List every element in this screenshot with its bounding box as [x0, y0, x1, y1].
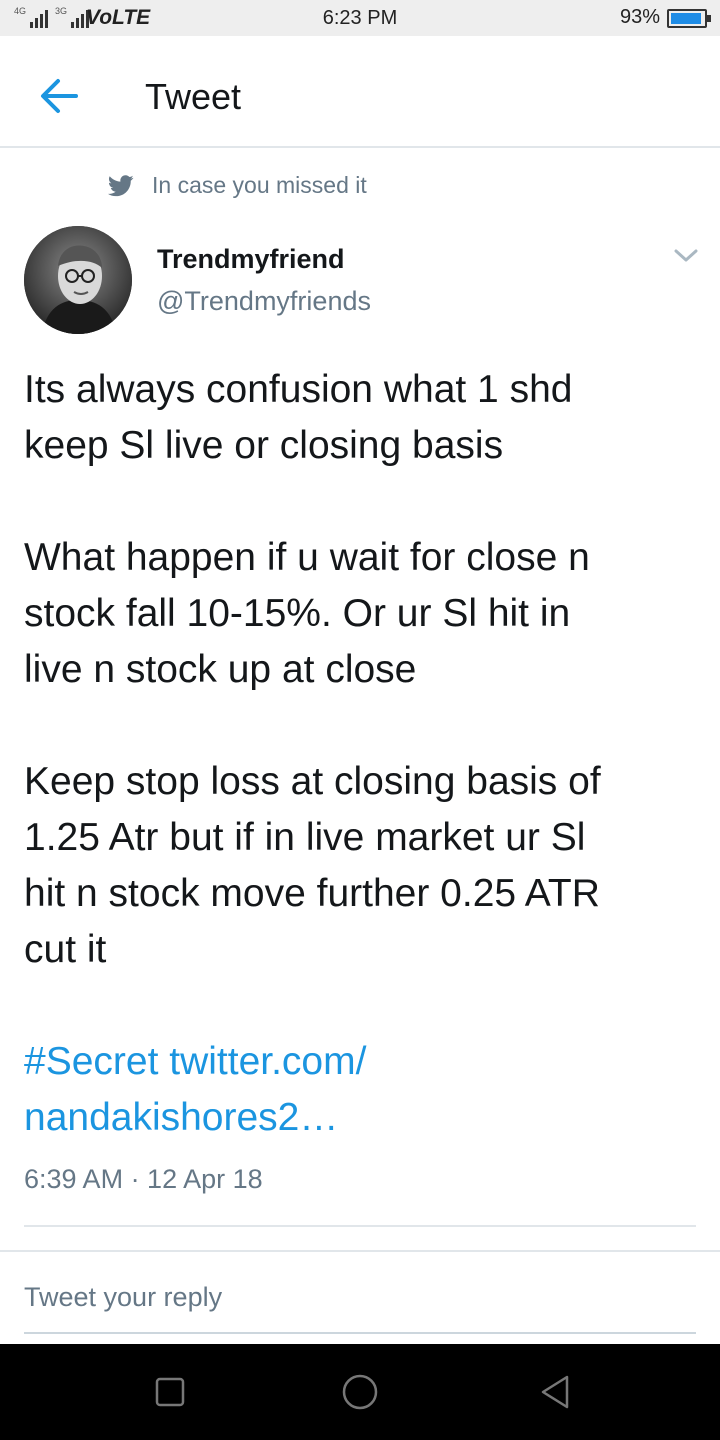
recents-square-icon [155, 1377, 185, 1407]
status-time: 6:23 PM [322, 7, 398, 29]
nav-back-button[interactable] [535, 1372, 575, 1412]
tweet-timestamp: 6:39 AM · 12 Apr 18 [24, 1164, 263, 1194]
arrow-left-icon [41, 79, 78, 113]
author-name[interactable]: Trendmyfriend [157, 244, 345, 275]
page-title: Tweet [145, 76, 242, 117]
reply-bar: Tweet your reply [0, 1250, 720, 1344]
tweet-paragraph: What happen if u wait for close n stock … [24, 536, 590, 691]
status-bar: 4G 3G VoLTE 6:23 PM 93% [0, 0, 720, 36]
social-context-label: In case you missed it [152, 172, 367, 198]
avatar[interactable] [24, 226, 132, 334]
tweet-link[interactable]: #Secret twitter.com/ nandakishores2… [24, 1034, 700, 1146]
system-navigation-bar [0, 1344, 720, 1440]
back-button[interactable] [34, 74, 86, 118]
twitter-bird-icon [108, 174, 134, 196]
home-circle-icon [342, 1374, 378, 1410]
social-context: In case you missed it [108, 172, 367, 199]
reply-input-underline [24, 1332, 696, 1334]
battery-percent: 93% [619, 6, 660, 28]
author-handle[interactable]: @Trendmyfriends [157, 286, 371, 317]
chevron-down-icon [674, 249, 698, 262]
avatar-portrait-image [24, 226, 132, 334]
tweet-paragraph: Keep stop loss at closing basis of 1.25 … [24, 760, 601, 971]
tweet-paragraph: Its always confusion what 1 shd keep Sl … [24, 368, 573, 467]
tweet-text: Its always confusion what 1 shd keep Sl … [24, 362, 700, 978]
battery-fill [671, 13, 701, 24]
back-triangle-icon [541, 1375, 569, 1409]
divider [24, 1225, 696, 1227]
top-app-bar: Tweet [0, 36, 720, 148]
recents-button[interactable] [150, 1372, 190, 1412]
reply-input[interactable]: Tweet your reply [24, 1282, 222, 1313]
home-button[interactable] [340, 1372, 380, 1412]
battery-icon [667, 9, 711, 28]
tweet-options-button[interactable] [672, 246, 700, 266]
